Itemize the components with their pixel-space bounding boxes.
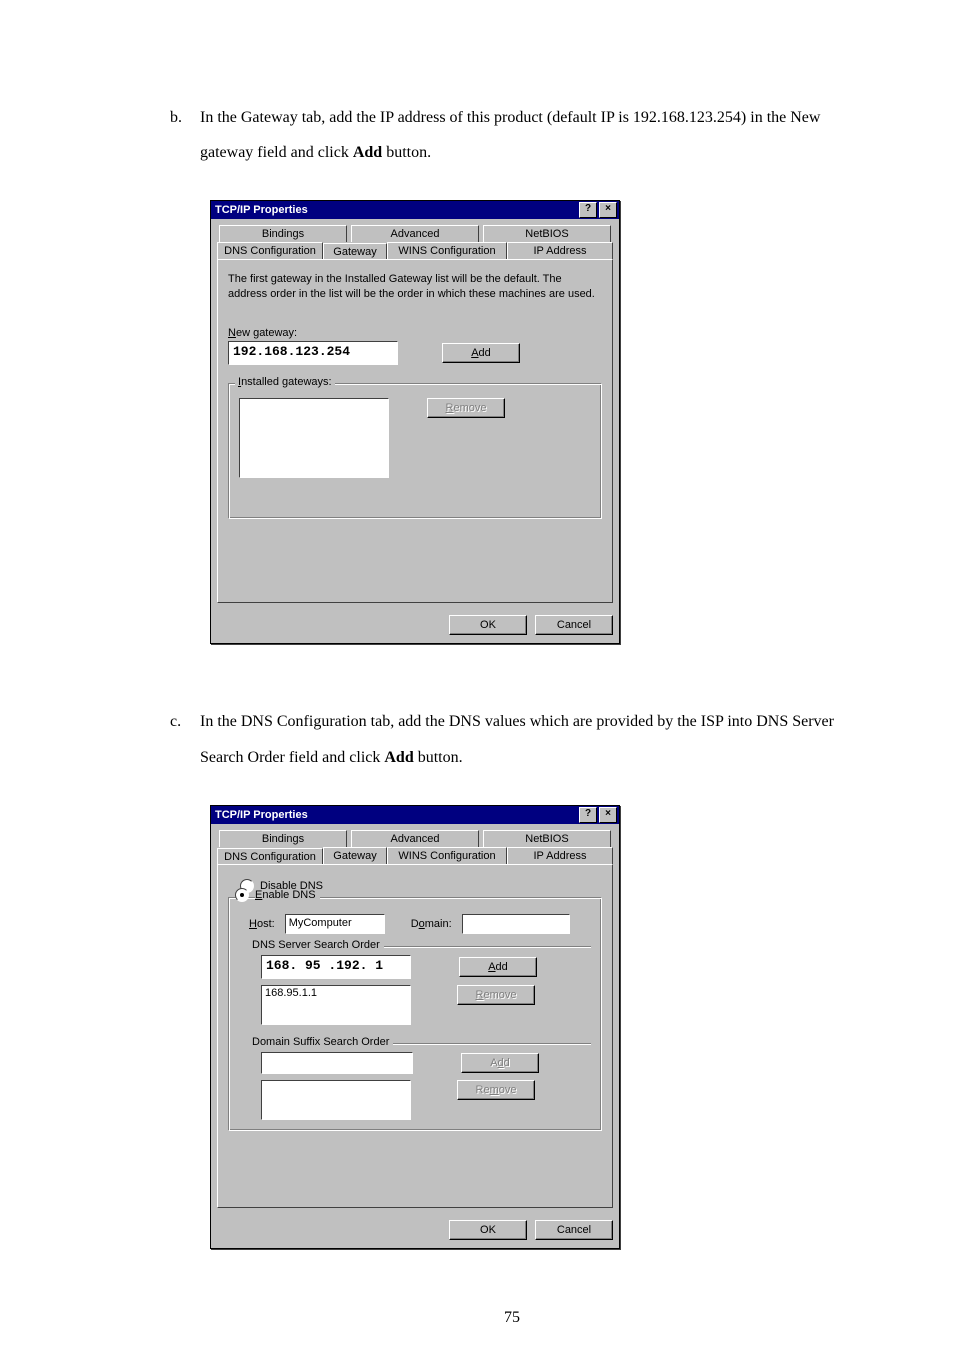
add-suffix-button: Add <box>461 1053 539 1073</box>
dns-server-search-order-label: DNS Server Search Order <box>249 939 384 951</box>
new-gateway-label: New gateway: <box>228 327 602 339</box>
cancel-button[interactable]: Cancel <box>535 615 613 635</box>
gateway-description: The first gateway in the Installed Gatew… <box>228 272 602 301</box>
tcpip-dialog-gateway: TCP/IP Properties ? × Bindings Advanced … <box>210 200 620 644</box>
tab-netbios[interactable]: NetBIOS <box>483 225 611 242</box>
remove-dns-button: Remove <box>457 985 535 1005</box>
tab-advanced[interactable]: Advanced <box>351 830 479 847</box>
tab-ip-address[interactable]: IP Address <box>507 242 613 260</box>
domain-suffix-input[interactable] <box>261 1052 413 1074</box>
close-button[interactable]: × <box>599 807 617 823</box>
ok-button[interactable]: OK <box>449 615 527 635</box>
host-label: Host: <box>249 918 275 930</box>
radio-icon <box>235 888 249 902</box>
cancel-button[interactable]: Cancel <box>535 1220 613 1240</box>
add-gateway-button[interactable]: Add <box>442 343 520 363</box>
tab-dns-configuration[interactable]: DNS Configuration <box>217 242 323 260</box>
enable-dns-label: Enable DNS <box>255 889 320 901</box>
dialog-title: TCP/IP Properties <box>215 809 579 821</box>
tab-wins-configuration[interactable]: WINS Configuration <box>387 242 507 260</box>
titlebar: TCP/IP Properties ? × <box>211 806 619 824</box>
host-input[interactable]: MyComputer <box>285 914 385 934</box>
tab-bindings[interactable]: Bindings <box>219 225 347 242</box>
new-gateway-input[interactable]: 192.168.123.254 <box>228 341 398 365</box>
remove-suffix-button: Remove <box>457 1080 535 1100</box>
dns-server-input[interactable]: 168. 95 .192. 1 <box>261 955 411 979</box>
tab-ip-address[interactable]: IP Address <box>507 847 613 865</box>
tab-bindings[interactable]: Bindings <box>219 830 347 847</box>
dialog-title: TCP/IP Properties <box>215 204 579 216</box>
instruction-b: b. In the Gateway tab, add the IP addres… <box>170 100 854 170</box>
ok-button[interactable]: OK <box>449 1220 527 1240</box>
domain-suffix-search-order-label: Domain Suffix Search Order <box>249 1036 393 1048</box>
domain-label: Domain: <box>411 918 452 930</box>
remove-gateway-button: Remove <box>427 398 505 418</box>
instruction-c-text: In the DNS Configuration tab, add the DN… <box>200 704 854 774</box>
installed-gateways-label: Installed gateways: <box>235 376 335 388</box>
instruction-b-marker: b. <box>170 100 200 170</box>
tab-netbios[interactable]: NetBIOS <box>483 830 611 847</box>
dns-server-list[interactable]: 168.95.1.1 <box>261 985 411 1025</box>
add-dns-button[interactable]: Add <box>459 957 537 977</box>
tab-gateway[interactable]: Gateway <box>323 847 387 865</box>
instruction-c: c. In the DNS Configuration tab, add the… <box>170 704 854 774</box>
instruction-c-marker: c. <box>170 704 200 774</box>
titlebar: TCP/IP Properties ? × <box>211 201 619 219</box>
page-number: 75 <box>170 1309 854 1327</box>
domain-suffix-list[interactable] <box>261 1080 411 1120</box>
domain-input[interactable] <box>462 914 570 934</box>
tcpip-dialog-dns: TCP/IP Properties ? × Bindings Advanced … <box>210 805 620 1249</box>
help-button[interactable]: ? <box>579 807 597 823</box>
instruction-b-text: In the Gateway tab, add the IP address o… <box>200 100 854 170</box>
tab-wins-configuration[interactable]: WINS Configuration <box>387 847 507 865</box>
close-button[interactable]: × <box>599 202 617 218</box>
tab-advanced[interactable]: Advanced <box>351 225 479 242</box>
enable-dns-radio[interactable]: Enable DNS <box>235 888 591 902</box>
help-button[interactable]: ? <box>579 202 597 218</box>
installed-gateways-list[interactable] <box>239 398 389 478</box>
